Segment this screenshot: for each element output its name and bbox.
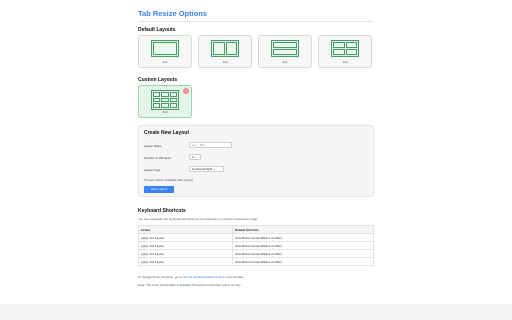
layout-1x2-preview — [211, 40, 239, 57]
action-cell: Apply 2x2 Layout — [138, 257, 233, 266]
keyboard-shortcuts-heading: Keyboard Shortcuts — [138, 208, 186, 214]
windows-count-value: 2 — [192, 155, 194, 159]
page-title: Tab Resize Options — [138, 9, 208, 18]
table-row: Apply 2x2 Layout Ctrl+Shift+4 (Cmd+Shift+… — [138, 257, 374, 266]
layout-type-label: Layout Type — [144, 168, 161, 172]
default-layouts-heading: Default Layouts — [138, 27, 176, 33]
change-shortcuts-suffix: in your browser. — [222, 275, 245, 279]
layout-card-label: 2x2 — [342, 60, 348, 64]
chevron-down-icon: ⌄ — [194, 155, 198, 159]
shortcut-cell: Ctrl+Shift+2 (Cmd+Shift+2 on Mac) — [232, 241, 374, 250]
layout-card-label: 2x1 — [282, 60, 288, 64]
layout-card-2x2[interactable]: 2x2 — [318, 35, 372, 68]
custom-layout-card-3x3[interactable]: × 3x3 — [138, 85, 192, 118]
layout-2x1-preview — [271, 40, 299, 57]
shortcuts-table: Action Default Shortcut Apply 1x1 Layout… — [138, 225, 374, 266]
extensions-shortcuts-link[interactable]: chrome://extensions/shortcuts — [182, 275, 222, 279]
layout-type-value: Horizontal Split — [192, 167, 213, 171]
undo-note: Note: The Undo functionality is availabl… — [138, 283, 242, 287]
save-layout-button[interactable]: Save Layout — [144, 186, 174, 193]
column-header-action: Action — [138, 225, 233, 234]
layout-name-label: Layout Name — [144, 144, 162, 148]
windows-count-label: Number of Windows — [144, 156, 172, 160]
column-header-shortcut: Default Shortcut — [232, 225, 374, 234]
table-row: Apply 2x1 Layout Ctrl+Shift+3 (Cmd+Shift+… — [138, 249, 374, 258]
table-row: Apply 1x1 Layout Ctrl+Shift+1 (Cmd+Shift+… — [138, 233, 374, 242]
action-cell: Apply 1x1 Layout — [138, 233, 233, 242]
layout-3x3-preview — [151, 90, 179, 110]
custom-layouts-heading: Custom Layouts — [138, 77, 178, 83]
create-layout-panel: Create New Layout Layout Name e.g., "3x1… — [138, 125, 374, 197]
change-shortcuts-prefix: To change these shortcuts, go to — [138, 275, 182, 279]
shortcut-cell: Ctrl+Shift+4 (Cmd+Shift+4 on Mac) — [232, 257, 374, 266]
layout-1x1-preview — [151, 40, 179, 57]
layout-card-label: 3x3 — [162, 110, 168, 114]
layout-type-select[interactable]: Horizontal Split ⌄ — [189, 166, 224, 172]
options-page: Tab Resize Options Default Layouts 1x1 1… — [0, 0, 512, 320]
layout-name-input[interactable]: e.g., "3x1" — [189, 142, 232, 148]
layout-card-1x1[interactable]: 1x1 — [138, 35, 192, 68]
change-shortcuts-note: To change these shortcuts, go to chrome:… — [138, 275, 244, 279]
title-divider — [138, 21, 374, 22]
delete-icon[interactable]: × — [183, 88, 189, 94]
shortcut-cell: Ctrl+Shift+1 (Cmd+Shift+1 on Mac) — [232, 233, 374, 242]
create-layout-heading: Create New Layout — [144, 130, 190, 136]
preview-note: Preview will be available after saving — [144, 178, 193, 182]
table-header-row: Action Default Shortcut — [138, 225, 374, 234]
layout-card-label: 1x2 — [222, 60, 228, 64]
layout-card-label: 1x1 — [162, 60, 168, 64]
layout-card-1x2[interactable]: 1x2 — [198, 35, 252, 68]
chevron-down-icon: ⌄ — [213, 167, 216, 171]
windows-count-select[interactable]: 2 ⌄ — [189, 154, 201, 160]
shortcut-cell: Ctrl+Shift+3 (Cmd+Shift+3 on Mac) — [232, 249, 374, 258]
shortcuts-intro: You can customize the keyboard shortcuts… — [138, 217, 259, 221]
layout-card-2x1[interactable]: 2x1 — [258, 35, 312, 68]
action-cell: Apply 1x2 Layout — [138, 241, 233, 250]
action-cell: Apply 2x1 Layout — [138, 249, 233, 258]
table-row: Apply 1x2 Layout Ctrl+Shift+2 (Cmd+Shift+… — [138, 241, 374, 250]
page-footer-area — [0, 304, 512, 320]
layout-2x2-preview — [331, 40, 359, 57]
